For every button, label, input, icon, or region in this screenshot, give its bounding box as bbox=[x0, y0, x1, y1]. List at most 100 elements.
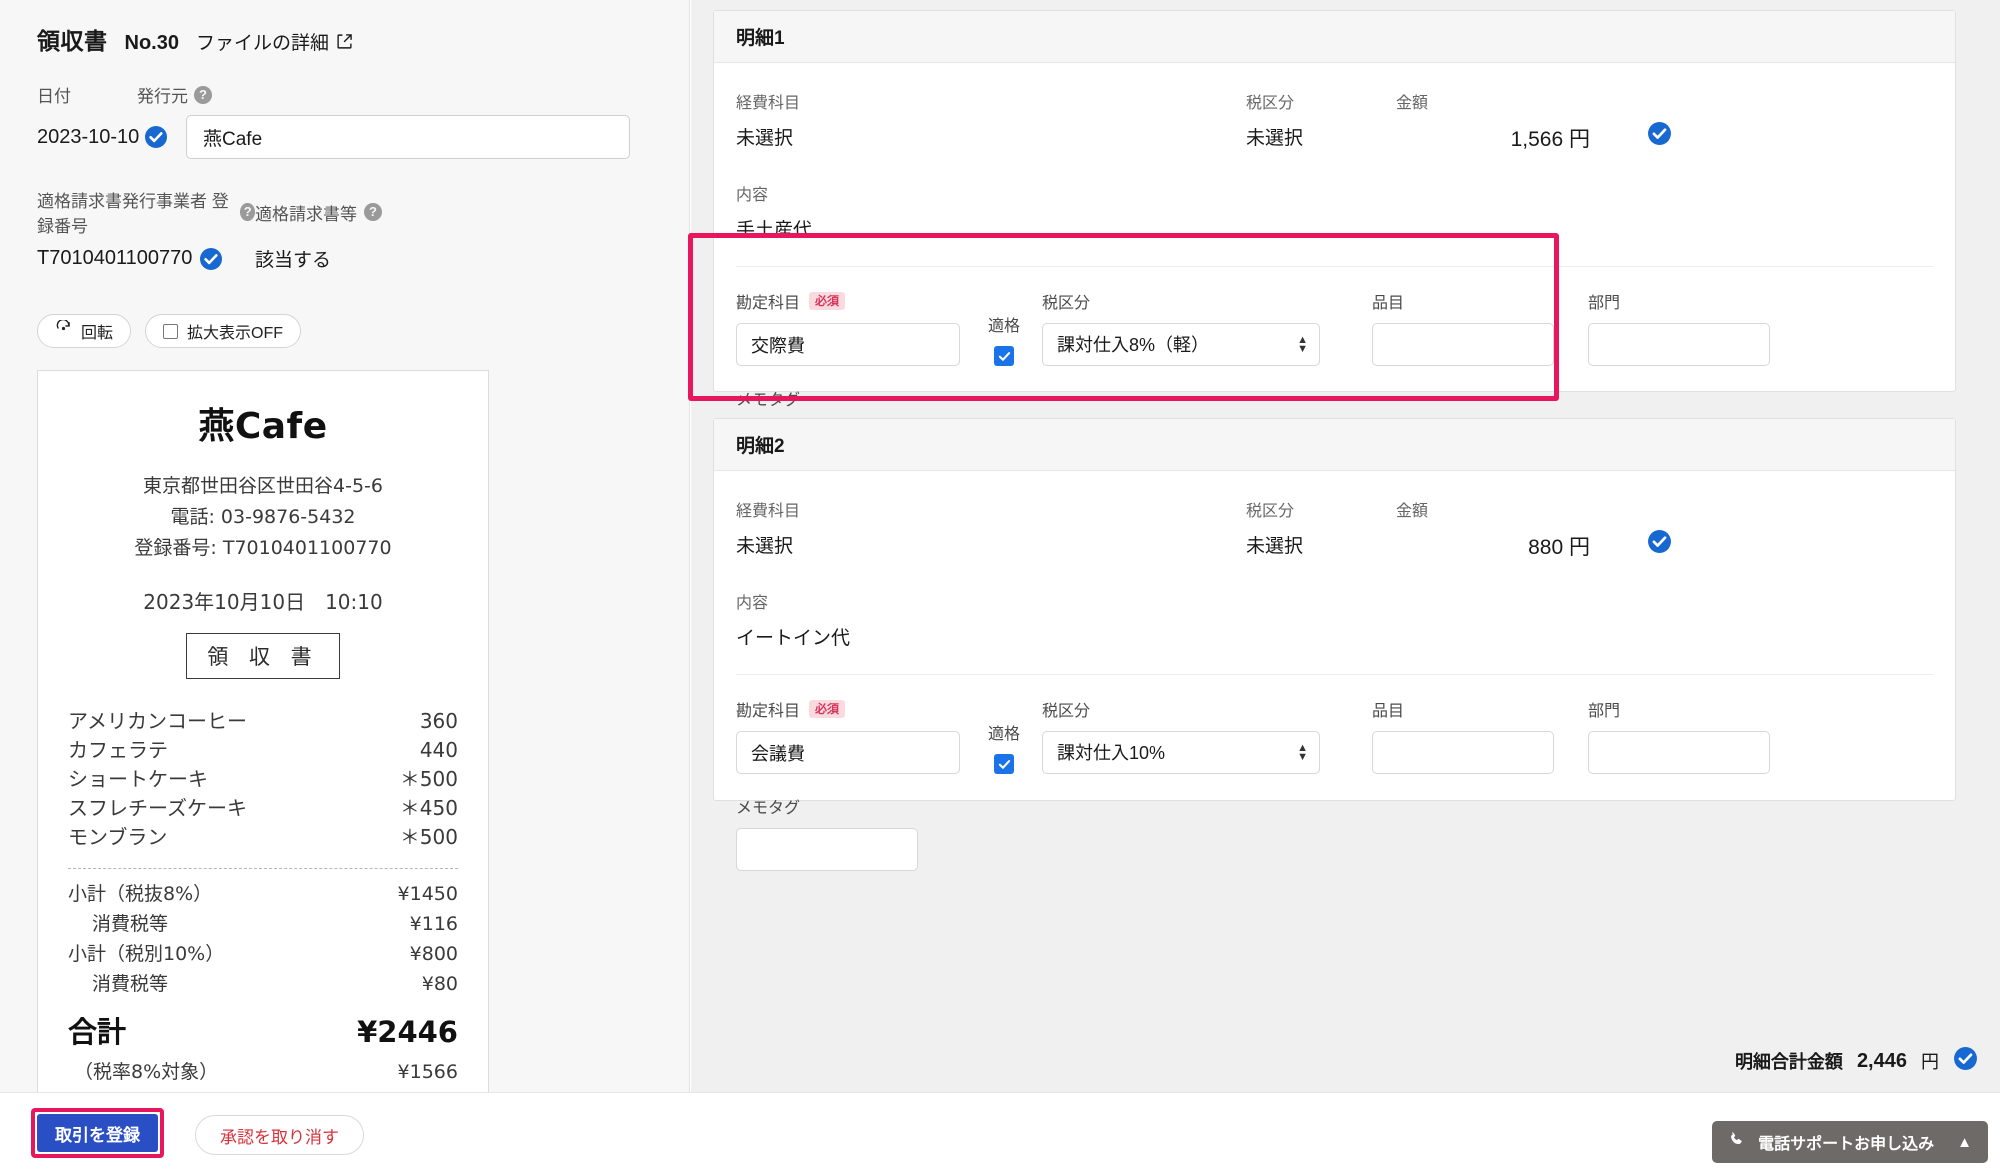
receipt-item-name: アメリカンコーヒー bbox=[68, 707, 247, 736]
tax-class-select[interactable]: 課対仕入8%（軽） bbox=[1042, 323, 1320, 366]
detail-lines-panel: 明細1経費科目税区分金額未選択未選択1,566 円内容手土産代勘定科目必須適格税… bbox=[691, 0, 2000, 1092]
help-icon[interactable]: ? bbox=[194, 86, 212, 104]
department-input[interactable] bbox=[1588, 731, 1770, 774]
receipt-item-list: アメリカンコーヒー360カフェラテ440ショートケーキ＊500スフレチーズケーキ… bbox=[68, 707, 458, 852]
external-link-icon bbox=[336, 33, 353, 50]
file-detail-link[interactable]: ファイルの詳細 bbox=[196, 28, 353, 55]
content-label: 内容 bbox=[736, 589, 1933, 613]
verified-check-icon bbox=[1953, 1046, 1978, 1076]
detail-total-label: 明細合計金額 bbox=[1735, 1048, 1843, 1074]
amount-value-group: 880 円 bbox=[1396, 531, 1636, 561]
receipt-divider bbox=[68, 868, 458, 869]
receipt-summary-value: ¥80 bbox=[422, 969, 458, 999]
account-input[interactable] bbox=[736, 323, 960, 366]
content-label: 内容 bbox=[736, 181, 1933, 205]
registration-number-value-group: T7010401100770 bbox=[37, 247, 255, 271]
tax-class-label: 税区分 bbox=[1042, 289, 1320, 313]
account-field: 勘定科目必須 bbox=[736, 697, 960, 774]
detail-readonly-values: 未選択未選択880 円 bbox=[736, 521, 1933, 561]
required-badge: 必須 bbox=[809, 700, 845, 718]
verified-check-icon bbox=[199, 247, 223, 271]
qualified-field: 適格 bbox=[988, 720, 1020, 774]
content-value: 手土産代 bbox=[736, 215, 1933, 242]
department-label: 部門 bbox=[1588, 697, 1770, 721]
receipt-image: 燕Cafe 東京都世田谷区世田谷4-5-6 電話: 03-9876-5432 登… bbox=[37, 370, 489, 1092]
verified-check-icon bbox=[1647, 121, 1672, 146]
tax-class-select[interactable]: 課対仕入10% bbox=[1042, 731, 1320, 774]
receipt-total-label: 合計 bbox=[68, 1009, 126, 1051]
detail-card-title-text: 明細1 bbox=[736, 23, 785, 50]
detail-readonly-labels: 経費科目税区分金額 bbox=[736, 497, 1933, 521]
receipt-item-row: スフレチーズケーキ＊450 bbox=[68, 794, 458, 823]
tax-category-label: 税区分 bbox=[1246, 89, 1396, 113]
qualified-label: 適格 bbox=[988, 312, 1020, 336]
content-value: イートイン代 bbox=[736, 623, 1933, 650]
phone-support-button[interactable]: 電話サポートお申し込み ▲ bbox=[1712, 1121, 1988, 1163]
memo-tag-input[interactable] bbox=[736, 828, 918, 871]
qualified-invoice-label: 適格請求書等 bbox=[255, 200, 357, 225]
registration-number-value: T7010401100770 bbox=[37, 247, 192, 270]
issuer-input[interactable] bbox=[186, 115, 630, 159]
department-input[interactable] bbox=[1588, 323, 1770, 366]
detail-card: 明細1経費科目税区分金額未選択未選択1,566 円内容手土産代勘定科目必須適格税… bbox=[713, 10, 1956, 392]
receipt-item-name: スフレチーズケーキ bbox=[68, 794, 247, 823]
receipt-item-price: 360 bbox=[420, 707, 458, 736]
memo-tag-label: メモタグ bbox=[736, 794, 1933, 818]
department-field: 部門 bbox=[1588, 697, 1770, 774]
receipt-summary-label: 小計（税抜8%） bbox=[68, 879, 212, 909]
account-input[interactable] bbox=[736, 731, 960, 774]
receipt-tax-note-value: ¥1566 bbox=[398, 1057, 458, 1087]
receipt-total-row: 合計 ¥2446 bbox=[68, 1009, 458, 1051]
rotate-button[interactable]: 回転 bbox=[37, 314, 131, 348]
expense-account-value: 未選択 bbox=[736, 123, 1246, 153]
verified-check-icon bbox=[1647, 529, 1672, 554]
item-field: 品目 bbox=[1372, 289, 1554, 366]
item-input[interactable] bbox=[1372, 323, 1554, 366]
amount-label: 金額 bbox=[1396, 497, 1428, 521]
amount-value-group: 1,566 円 bbox=[1396, 123, 1636, 153]
cancel-approval-button[interactable]: 承認を取り消す bbox=[195, 1115, 364, 1155]
document-preview-panel: 領収書 No.30 ファイルの詳細 日付 発行元 ? bbox=[0, 0, 690, 1092]
item-input[interactable] bbox=[1372, 731, 1554, 774]
zoom-toggle-button[interactable]: 拡大表示OFF bbox=[145, 314, 301, 348]
receipt-item-name: カフェラテ bbox=[68, 736, 168, 765]
help-icon[interactable]: ? bbox=[364, 203, 382, 221]
detail-form: 勘定科目必須適格税区分課対仕入10%▲▼品目部門メモタグ bbox=[714, 675, 1955, 897]
tax-category-value: 未選択 bbox=[1246, 123, 1396, 153]
amount-value: 1,566 bbox=[1511, 128, 1564, 151]
register-transaction-button[interactable]: 取引を登録 bbox=[37, 1114, 158, 1152]
receipt-tax-note-label: （税率8%対象） bbox=[74, 1057, 218, 1087]
expense-account-value: 未選択 bbox=[736, 531, 1246, 561]
detail-form-row: 勘定科目必須適格税区分課対仕入10%▲▼品目部門 bbox=[736, 697, 1933, 774]
account-label-group: 勘定科目必須 bbox=[736, 289, 960, 313]
preview-toolbar: 回転 拡大表示OFF bbox=[37, 314, 657, 348]
account-label: 勘定科目 bbox=[736, 289, 800, 313]
qualified-label: 適格 bbox=[988, 720, 1020, 744]
detail-card: 明細2経費科目税区分金額未選択未選択880 円内容イートイン代勘定科目必須適格税… bbox=[713, 418, 1956, 801]
registration-labels: 適格請求書発行事業者 登録番号 ? 適格請求書等 ? bbox=[37, 187, 657, 237]
memo-tag-field: メモタグ bbox=[736, 794, 1933, 871]
account-field: 勘定科目必須 bbox=[736, 289, 960, 366]
help-icon[interactable]: ? bbox=[240, 203, 255, 221]
issuer-label: 発行元 bbox=[137, 82, 188, 107]
detail-readonly-values: 未選択未選択1,566 円 bbox=[736, 113, 1933, 153]
receipt-total-value: ¥2446 bbox=[357, 1015, 458, 1049]
receipt-datetime: 2023年10月10日 10:10 bbox=[68, 586, 458, 615]
detail-total-row: 明細合計金額 2,446 円 bbox=[1735, 1046, 1978, 1076]
document-header: 領収書 No.30 ファイルの詳細 bbox=[37, 0, 657, 56]
document-type-title: 領収書 bbox=[37, 22, 108, 56]
detail-total-unit: 円 bbox=[1921, 1048, 1939, 1074]
receipt-summary-value: ¥116 bbox=[410, 909, 458, 939]
account-label-group: 勘定科目必須 bbox=[736, 697, 960, 721]
receipt-phone: 電話: 03-9876-5432 bbox=[68, 502, 458, 533]
receipt-tax-note-row: （税率8%対象） ¥1566 bbox=[68, 1057, 458, 1087]
rotate-icon bbox=[55, 320, 72, 342]
qualified-checkbox[interactable] bbox=[994, 346, 1014, 366]
register-button-highlight: 取引を登録 bbox=[31, 1108, 164, 1158]
rotate-label: 回転 bbox=[81, 319, 113, 343]
receipt-summary-label: 消費税等 bbox=[92, 969, 168, 999]
expense-account-label: 経費科目 bbox=[736, 89, 1246, 113]
amount-unit: 円 bbox=[1569, 536, 1590, 559]
qualified-checkbox[interactable] bbox=[994, 754, 1014, 774]
document-number: No.30 bbox=[125, 32, 179, 55]
